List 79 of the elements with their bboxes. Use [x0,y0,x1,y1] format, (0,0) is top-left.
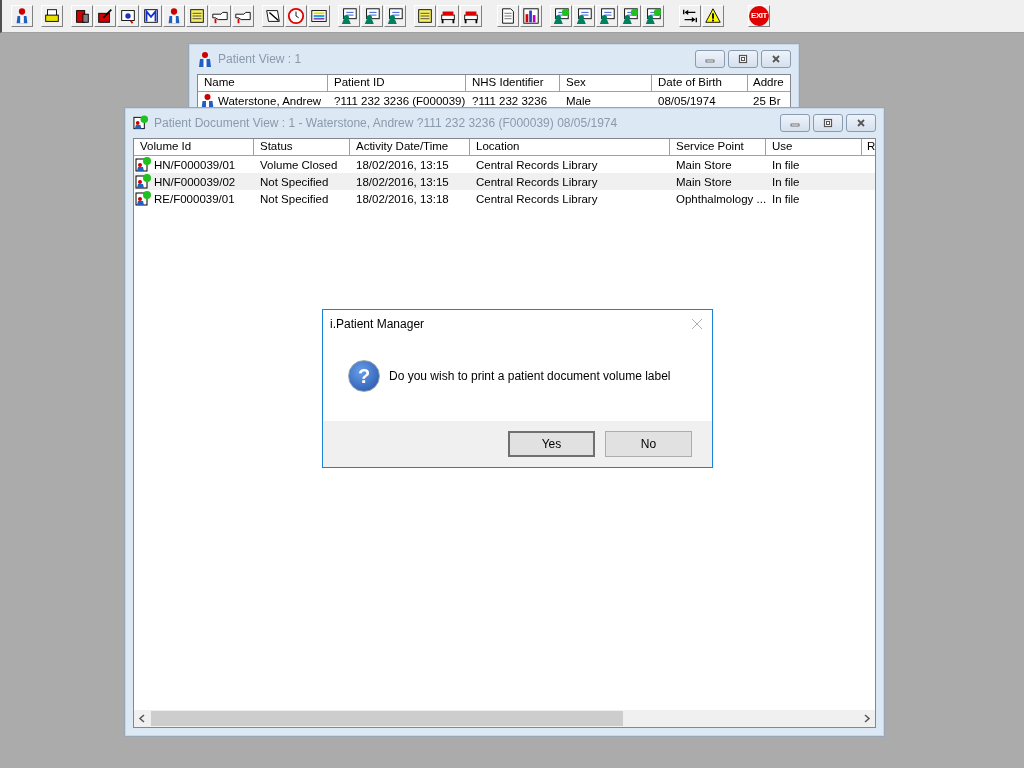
bed-icon[interactable] [437,5,459,27]
pointing-hand-icon[interactable] [209,5,231,27]
arrows-icon[interactable] [679,5,701,27]
table-cell: RE/F000039/01 [154,192,235,205]
person-icon[interactable] [163,5,185,27]
person-form-icon[interactable] [596,5,618,27]
close-icon [771,54,781,64]
person-form-icon[interactable] [573,5,595,27]
close-button[interactable] [761,50,791,68]
book-pencil-icon[interactable] [94,5,116,27]
person-form-icon[interactable] [361,5,383,27]
table-cell-text: Ophthalmology ... [675,192,766,205]
table-cell-text: In file [771,158,801,171]
dialog-button[interactable]: No [605,431,692,457]
table-cell-text: Volume Closed [259,158,339,171]
pointing-hand-icon[interactable] [232,5,254,27]
table-cell: HN/F000039/02 [154,175,236,188]
table-cell: HN/F000039/01 [154,158,236,171]
table-cell-text: 08/05/1974 [657,94,717,107]
printer-icon[interactable] [41,5,63,27]
window-title: Patient View : 1 [218,52,303,66]
bar-chart-icon[interactable] [520,5,542,27]
question-icon: ? [348,360,380,392]
person-icon[interactable] [11,5,33,27]
restore-button[interactable] [813,114,843,132]
note-icon[interactable] [186,5,208,27]
table-cell-text: 18/02/2016, 13:18 [355,192,450,205]
close-button[interactable] [846,114,876,132]
note-icon[interactable] [414,5,436,27]
table-cell-text: Male [565,94,592,107]
table-cell: Waterstone, Andrew [218,94,322,107]
column-header[interactable]: Use [766,139,862,156]
column-header[interactable]: Location [470,139,670,156]
restore-icon [738,54,748,64]
table-cell-text: 18/02/2016, 13:15 [355,158,450,171]
document-person-icon [133,115,149,131]
patient-icon [197,51,213,67]
column-header[interactable]: Status [254,139,350,156]
column-header[interactable]: NHS Identifier [466,75,560,92]
close-icon [856,118,866,128]
table-cell-text: 25 Br [752,93,782,108]
dialog-button[interactable]: Yes [508,431,595,457]
table-cell-text: In file [771,192,801,205]
column-header[interactable]: Service Point [670,139,766,156]
restore-icon [823,118,833,128]
page-icon[interactable] [497,5,519,27]
letter-icon[interactable] [140,5,162,27]
dialog-message: Do you wish to print a patient document volume label [389,369,671,383]
column-header[interactable]: Activity Date/Time [350,139,470,156]
bed-icon[interactable] [460,5,482,27]
table-cell-text: Main Store [675,158,733,171]
table-cell-text: ?111 232 3236 (F000039) [333,94,466,107]
exit-button[interactable]: EXIT [748,5,770,27]
clock-icon[interactable] [285,5,307,27]
book-icon[interactable] [71,5,93,27]
column-header[interactable]: R [862,139,875,156]
paper-pen-icon[interactable] [262,5,284,27]
column-header[interactable]: Patient ID [328,75,466,92]
restore-button[interactable] [728,50,758,68]
column-header[interactable]: Addre [748,75,790,92]
table-cell-text: Main Store [675,175,733,188]
column-header[interactable]: Date of Birth [652,75,748,92]
warning-icon[interactable] [702,5,724,27]
horizontal-scrollbar[interactable] [134,710,875,727]
table-cell-text: In file [771,175,801,188]
table-cell-text: Central Records Library [475,158,599,171]
table-cell-text: ?111 232 3236 [471,94,549,107]
table-cell-text: Not Specified [259,192,330,205]
column-header[interactable]: Name [198,75,328,92]
dialog-title: i.Patient Manager [330,316,426,331]
window-title: Patient Document View : 1 - Waterstone, Andrew ?111 232 3236 (F000039) 08/05/1974 [154,116,619,130]
list-icon[interactable] [308,5,330,27]
table-cell-text: Central Records Library [475,192,599,205]
table-cell-text: Central Records Library [475,175,599,188]
column-header[interactable]: Volume Id [134,139,254,156]
table-cell-text: Not Specified [259,175,330,188]
column-header[interactable]: Sex [560,75,652,92]
table-cell-text: 18/02/2016, 13:15 [355,175,450,188]
person-screen-icon[interactable] [338,5,360,27]
